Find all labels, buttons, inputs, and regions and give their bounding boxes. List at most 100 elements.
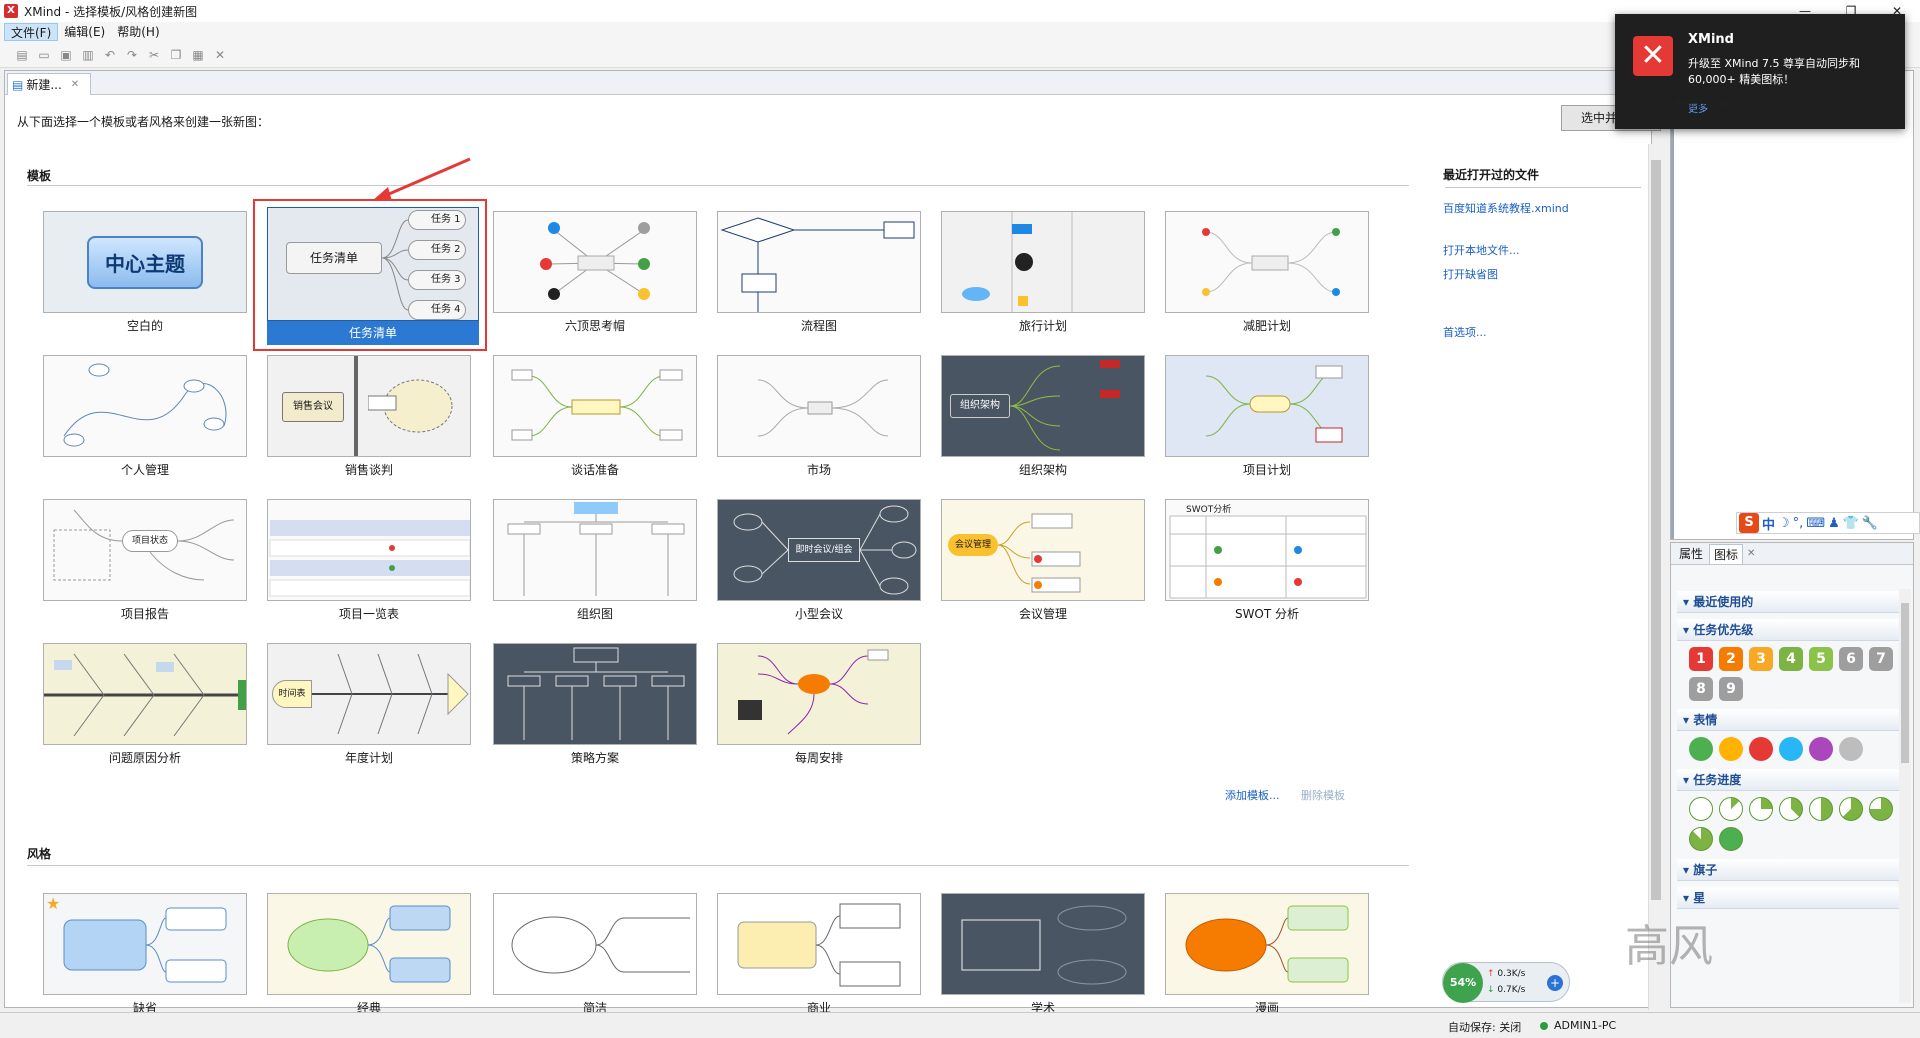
priority-3-icon[interactable]: 3 — [1749, 647, 1773, 671]
template-tile-diet-plan[interactable]: 减肥计划 — [1165, 211, 1369, 334]
style-tile-business[interactable]: 商业 — [717, 893, 921, 1016]
style-tile-default[interactable]: ★ 缺省 — [43, 893, 247, 1016]
priority-9-icon[interactable]: 9 — [1719, 677, 1743, 701]
ime-skin-icon[interactable]: 👕 — [1843, 516, 1859, 531]
template-tile-project-overview[interactable]: 项目一览表 — [267, 499, 471, 622]
progress-icon[interactable] — [1749, 797, 1773, 821]
template-tile-small-meeting[interactable]: 即时会议/组会 小型会议 — [717, 499, 921, 622]
tab-icons[interactable]: 图标 — [1709, 543, 1744, 564]
style-tile-simple[interactable]: 简洁 — [493, 893, 697, 1016]
smiley-icon[interactable] — [1719, 737, 1743, 761]
open-local-file-link[interactable]: 打开本地文件... — [1443, 242, 1520, 258]
progress-icon[interactable] — [1809, 797, 1833, 821]
priority-4-icon[interactable]: 4 — [1779, 647, 1803, 671]
copy-icon[interactable]: ❐ — [168, 47, 184, 63]
ime-punct-icon[interactable]: °, — [1793, 516, 1804, 531]
ime-chinese-mode[interactable]: 中 — [1762, 514, 1775, 533]
template-tile-task-list[interactable]: 任务清单 任务 1 任务 2 任务 3 任务 4 任务清单 — [267, 207, 479, 345]
sogou-logo-icon[interactable]: S — [1739, 513, 1759, 533]
template-tile-blank[interactable]: 中心主题 空白的 — [43, 211, 247, 334]
smiley-icon[interactable] — [1839, 737, 1863, 761]
close-icon[interactable]: ✕ — [71, 79, 79, 90]
progress-icon[interactable] — [1689, 797, 1713, 821]
menu-help[interactable]: 帮助(H) — [111, 23, 165, 41]
style-tile-academic[interactable]: 学术 — [941, 893, 1145, 1016]
template-tile-project-plan[interactable]: 项目计划 — [1165, 355, 1369, 478]
redo-icon[interactable]: ↷ — [124, 47, 140, 63]
menu-edit[interactable]: 编辑(E) — [58, 23, 111, 41]
group-header[interactable]: ▾ 旗子 — [1677, 859, 1907, 881]
smiley-icon[interactable] — [1809, 737, 1833, 761]
menu-file[interactable]: 文件(F) — [4, 23, 59, 41]
template-tile-strategy[interactable]: 策略方案 — [493, 643, 697, 766]
style-tile-classic[interactable]: 经典 — [267, 893, 471, 1016]
priority-7-icon[interactable]: 7 — [1869, 647, 1893, 671]
open-icon[interactable]: ▭ — [36, 47, 52, 63]
delete-icon[interactable]: ✕ — [212, 47, 228, 63]
panel-scrollbar[interactable] — [1899, 589, 1911, 1003]
autosave-status[interactable]: 自动保存: 关闭 — [1448, 1019, 1521, 1035]
group-header[interactable]: ▾ 任务进度 — [1677, 769, 1907, 791]
undo-icon[interactable]: ↶ — [102, 47, 118, 63]
ime-moon-icon[interactable]: ☽ — [1778, 516, 1790, 531]
group-header[interactable]: ▾ 星 — [1677, 887, 1907, 909]
cut-icon[interactable]: ✂ — [146, 47, 162, 63]
template-tile-project-report[interactable]: 项目状态 项目报告 — [43, 499, 247, 622]
ime-user-icon[interactable]: ♟ — [1828, 516, 1840, 531]
ime-tools-icon[interactable]: 🔧 — [1862, 516, 1878, 531]
plus-icon[interactable]: + — [1547, 975, 1563, 991]
new-icon[interactable]: ▤ — [14, 47, 30, 63]
scrollbar-thumb[interactable] — [1651, 160, 1661, 900]
template-tile-annual-plan[interactable]: 时间表 年度计划 — [267, 643, 471, 766]
recent-file-link[interactable]: 百度知道系统教程.xmind — [1443, 200, 1569, 216]
template-tile-org-chart[interactable]: 组织图 — [493, 499, 697, 622]
template-tile-sales-negotiation[interactable]: 销售会议 销售谈判 — [267, 355, 471, 478]
progress-icon[interactable] — [1839, 797, 1863, 821]
priority-1-icon[interactable]: 1 — [1689, 647, 1713, 671]
progress-icon[interactable] — [1779, 797, 1803, 821]
template-tile-six-hats[interactable]: 六顶思考帽 — [493, 211, 697, 334]
maximize-button[interactable]: ❐ — [1828, 0, 1874, 22]
preferences-link[interactable]: 首选项... — [1443, 324, 1487, 340]
scrollbar-thumb[interactable] — [1901, 603, 1909, 763]
add-template-link[interactable]: 添加模板... — [1225, 787, 1280, 803]
progress-icon[interactable] — [1869, 797, 1893, 821]
template-tile-market[interactable]: 市场 — [717, 355, 921, 478]
template-tile-personal-mgmt[interactable]: 个人管理 — [43, 355, 247, 478]
tab-new[interactable]: ▤ 新建... ✕ — [7, 73, 91, 95]
paste-icon[interactable]: ▦ — [190, 47, 206, 63]
priority-2-icon[interactable]: 2 — [1719, 647, 1743, 671]
print-icon[interactable]: ▥ — [80, 47, 96, 63]
progress-icon[interactable] — [1719, 827, 1743, 851]
smiley-icon[interactable] — [1779, 737, 1803, 761]
template-tile-conversation-prep[interactable]: 谈话准备 — [493, 355, 697, 478]
ime-keyboard-icon[interactable]: ⌨ — [1806, 516, 1825, 531]
group-header[interactable]: ▾ 最近使用的 — [1677, 591, 1907, 613]
close-icon[interactable]: ✕ — [1747, 548, 1755, 559]
group-header[interactable]: ▾ 表情 — [1677, 709, 1907, 731]
minimize-button[interactable]: — — [1782, 0, 1828, 22]
tab-properties[interactable]: 属性 — [1675, 544, 1707, 564]
group-header[interactable]: ▾ 任务优先级 — [1677, 619, 1907, 641]
template-tile-swot[interactable]: SWOT分析 SWOT 分析 — [1165, 499, 1369, 622]
template-tile-root-cause[interactable]: 问题原因分析 — [43, 643, 247, 766]
open-default-map-link[interactable]: 打开缺省图 — [1443, 266, 1498, 282]
ime-toolbar[interactable]: S 中 ☽ °, ⌨ ♟ 👕 🔧 — [1736, 512, 1920, 534]
save-icon[interactable]: ▣ — [58, 47, 74, 63]
priority-5-icon[interactable]: 5 — [1809, 647, 1833, 671]
priority-8-icon[interactable]: 8 — [1689, 677, 1713, 701]
network-meter-widget[interactable]: 54% ↑ 0.3K/s ↓ 0.7K/s + — [1442, 962, 1570, 1003]
template-tile-org-structure[interactable]: 组织架构 组织架构 — [941, 355, 1145, 478]
template-tile-meeting-mgmt[interactable]: 会议管理 会议管理 — [941, 499, 1145, 622]
template-tile-travel-plan[interactable]: 旅行计划 — [941, 211, 1145, 334]
priority-6-icon[interactable]: 6 — [1839, 647, 1863, 671]
delete-template-link[interactable]: 删除模板 — [1301, 787, 1345, 803]
progress-icon[interactable] — [1719, 797, 1743, 821]
progress-icon[interactable] — [1689, 827, 1713, 851]
update-notification[interactable]: ✕ XMind 升级至 XMind 7.5 尊享自动同步和 60,000+ 精美… — [1615, 14, 1905, 129]
smiley-icon[interactable] — [1689, 737, 1713, 761]
smiley-icon[interactable] — [1749, 737, 1773, 761]
main-vertical-scrollbar[interactable] — [1648, 144, 1662, 1010]
template-tile-flowchart[interactable]: 流程图 — [717, 211, 921, 334]
style-tile-comic[interactable]: 漫画 — [1165, 893, 1369, 1016]
